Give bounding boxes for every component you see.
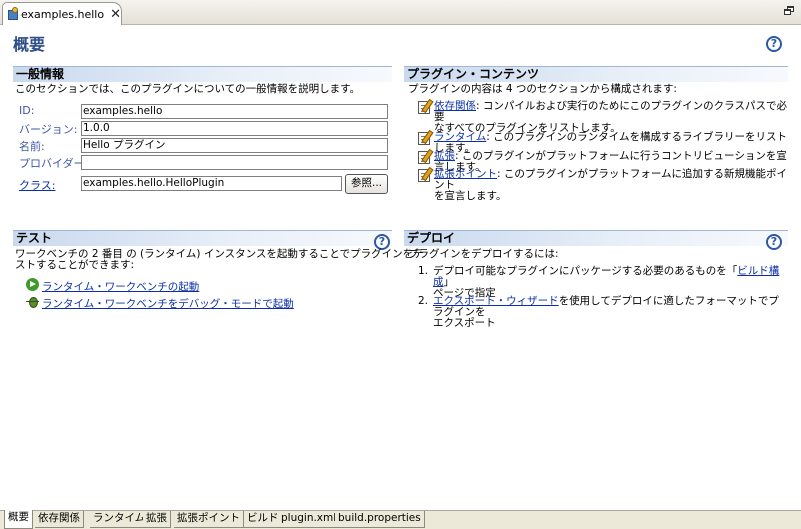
editor-tab-label: examples.hello xyxy=(20,7,105,21)
deploy-help-icon[interactable]: ? xyxy=(766,234,782,250)
editor-tab[interactable]: examples.hello ✕ xyxy=(2,2,122,25)
deploy-header: デプロイ xyxy=(404,230,788,246)
deploy-description: プラグインをデプロイするには: xyxy=(408,248,559,260)
id-label: ID: xyxy=(19,104,35,117)
debug-workbench-item: ランタイム・ワークベンチをデバッグ・モードで起動 xyxy=(26,296,294,311)
provider-label: プロバイダー: xyxy=(19,157,89,170)
tab-build[interactable]: ビルド xyxy=(244,511,283,528)
plugin-content-description: プラグインの内容は 4 つのセクションから構成されます: xyxy=(408,83,677,95)
tab-extension-points[interactable]: 拡張ポイント xyxy=(174,511,244,528)
name-label: 名前: xyxy=(19,140,45,153)
debug-bug-icon xyxy=(26,295,39,308)
class-link[interactable]: クラス: xyxy=(19,177,56,193)
content-item-dependencies: 依存関係: コンパイルおよび実行のためにこのプラグインのクラスパスで必要 なすべ… xyxy=(418,101,788,134)
general-info-header: 一般情報 xyxy=(13,66,392,82)
content-item-text: : コンパイルおよび実行のためにこのプラグインのクラスパスで必要 xyxy=(434,100,787,123)
edit-page-icon xyxy=(418,151,430,164)
restore-icon[interactable] xyxy=(784,6,795,16)
tab-overview[interactable]: 概要 xyxy=(4,510,33,529)
test-header: テスト xyxy=(13,230,392,246)
edit-page-icon xyxy=(418,101,430,114)
provider-field[interactable] xyxy=(81,155,388,170)
content-item-text-2: を宣言します。 xyxy=(434,190,507,202)
close-icon[interactable]: ✕ xyxy=(110,7,121,22)
deploy-step-number: 1. xyxy=(418,265,429,277)
tab-build-properties[interactable]: build.properties xyxy=(335,511,425,528)
run-icon xyxy=(26,278,39,291)
name-field[interactable]: Hello プラグイン xyxy=(81,138,388,153)
version-field[interactable]: 1.0.0 xyxy=(81,121,388,136)
debug-runtime-workbench-link[interactable]: ランタイム・ワークベンチをデバッグ・モードで起動 xyxy=(42,298,294,310)
tab-extensions[interactable]: 拡張 xyxy=(143,511,171,528)
help-icon[interactable]: ? xyxy=(766,36,782,52)
page-title: 概要 xyxy=(13,35,46,54)
deploy-step-line2: エクスポート xyxy=(433,317,496,329)
test-description-2: ストすることができます: xyxy=(15,259,135,271)
editor-tab-bar: examples.hello ✕ xyxy=(0,0,801,25)
overview-form: 概要 ? 一般情報 このセクションでは、このプラグインについての一般情報を説明し… xyxy=(0,26,801,510)
plugin-content-header: プラグイン・コンテンツ xyxy=(404,66,788,82)
tab-dependencies[interactable]: 依存関係 xyxy=(35,511,84,528)
content-item-extension-points: 拡張ポイント: このプラグインがプラットフォームに追加する新規機能ポイント を宣… xyxy=(418,169,788,202)
version-label: バージョン: xyxy=(19,123,78,136)
browse-button[interactable]: 参照... xyxy=(345,174,388,194)
tab-runtime[interactable]: ランタイム xyxy=(90,511,150,528)
general-info-description: このセクションでは、このプラグインについての一般情報を説明します。 xyxy=(15,83,361,95)
launch-runtime-workbench-link[interactable]: ランタイム・ワークベンチの起動 xyxy=(42,281,199,293)
deploy-step-text: エクスポート・ウィザードを使用してデプロイに適したフォーマットでプラグインを エ… xyxy=(433,296,788,329)
deploy-step-pre: デプロイ可能なプラグインにパッケージする必要のあるものを「 xyxy=(433,265,738,277)
edit-page-icon xyxy=(418,169,430,182)
run-workbench-item: ランタイム・ワークベンチの起動 xyxy=(26,278,199,294)
tab-plugin-xml[interactable]: plugin.xml xyxy=(278,511,341,528)
page-tabs: 概要 依存関係 ランタイム 拡張 拡張ポイント ビルド plugin.xml b… xyxy=(0,510,801,529)
deploy-step-number: 2. xyxy=(418,295,429,307)
plugin-manifest-icon xyxy=(7,7,19,21)
id-field[interactable]: examples.hello xyxy=(81,104,388,119)
class-field[interactable]: examples.hello.HelloPlugin xyxy=(81,176,342,191)
edit-page-icon xyxy=(418,132,430,145)
